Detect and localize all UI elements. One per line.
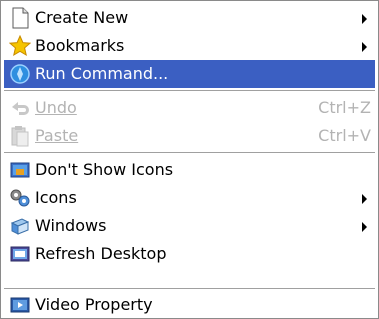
shortcut-label: Ctrl+Z [318, 98, 371, 117]
menu-item-video-property[interactable]: Video Property [4, 291, 375, 319]
menu-item-create-new[interactable]: Create New [4, 4, 375, 32]
menu-item-label: Create New [35, 8, 129, 27]
submenu-arrow-icon [362, 194, 367, 204]
menu-item-windows[interactable]: Windows [4, 212, 375, 240]
document-icon [9, 7, 31, 29]
paste-icon [9, 125, 31, 147]
undo-icon [9, 97, 31, 119]
menu-item-label: Don't Show Icons [35, 160, 174, 179]
video-property-icon [9, 294, 31, 316]
menu-item-icons[interactable]: Icons [4, 184, 375, 212]
menu-item-label: Refresh Desktop [35, 244, 167, 263]
submenu-arrow-icon [362, 222, 367, 232]
menu-item-label: Bookmarks [35, 36, 125, 55]
menu-item-label: Paste [35, 126, 79, 145]
menu-separator [4, 288, 375, 290]
menu-item-label: Run Command... [35, 64, 169, 83]
menu-item-label: Undo [35, 98, 77, 117]
windows-icon [9, 215, 31, 237]
menu-item-paste[interactable]: Paste Ctrl+V [4, 122, 375, 150]
desktop-context-menu: Create New Bookmarks Run Command... Undo… [0, 0, 379, 319]
refresh-desktop-icon [9, 243, 31, 265]
menu-item-label: Windows [35, 216, 107, 235]
submenu-arrow-icon [362, 42, 367, 52]
icons-icon [9, 187, 31, 209]
menu-item-dont-show-icons[interactable]: Don't Show Icons [4, 156, 375, 184]
menu-item-undo[interactable]: Undo Ctrl+Z [4, 94, 375, 122]
submenu-arrow-icon [362, 14, 367, 24]
menu-item-run-command[interactable]: Run Command... [4, 60, 375, 88]
menu-item-label: Video Property [35, 295, 153, 314]
desktop-icon [9, 159, 31, 181]
menu-separator [4, 152, 375, 154]
menu-separator [4, 90, 375, 92]
run-command-icon [9, 63, 31, 85]
menu-item-label: Icons [35, 188, 77, 207]
menu-item-bookmarks[interactable]: Bookmarks [4, 32, 375, 60]
shortcut-label: Ctrl+V [318, 126, 371, 145]
star-icon [9, 35, 31, 57]
menu-item-refresh-desktop[interactable]: Refresh Desktop [4, 240, 375, 268]
